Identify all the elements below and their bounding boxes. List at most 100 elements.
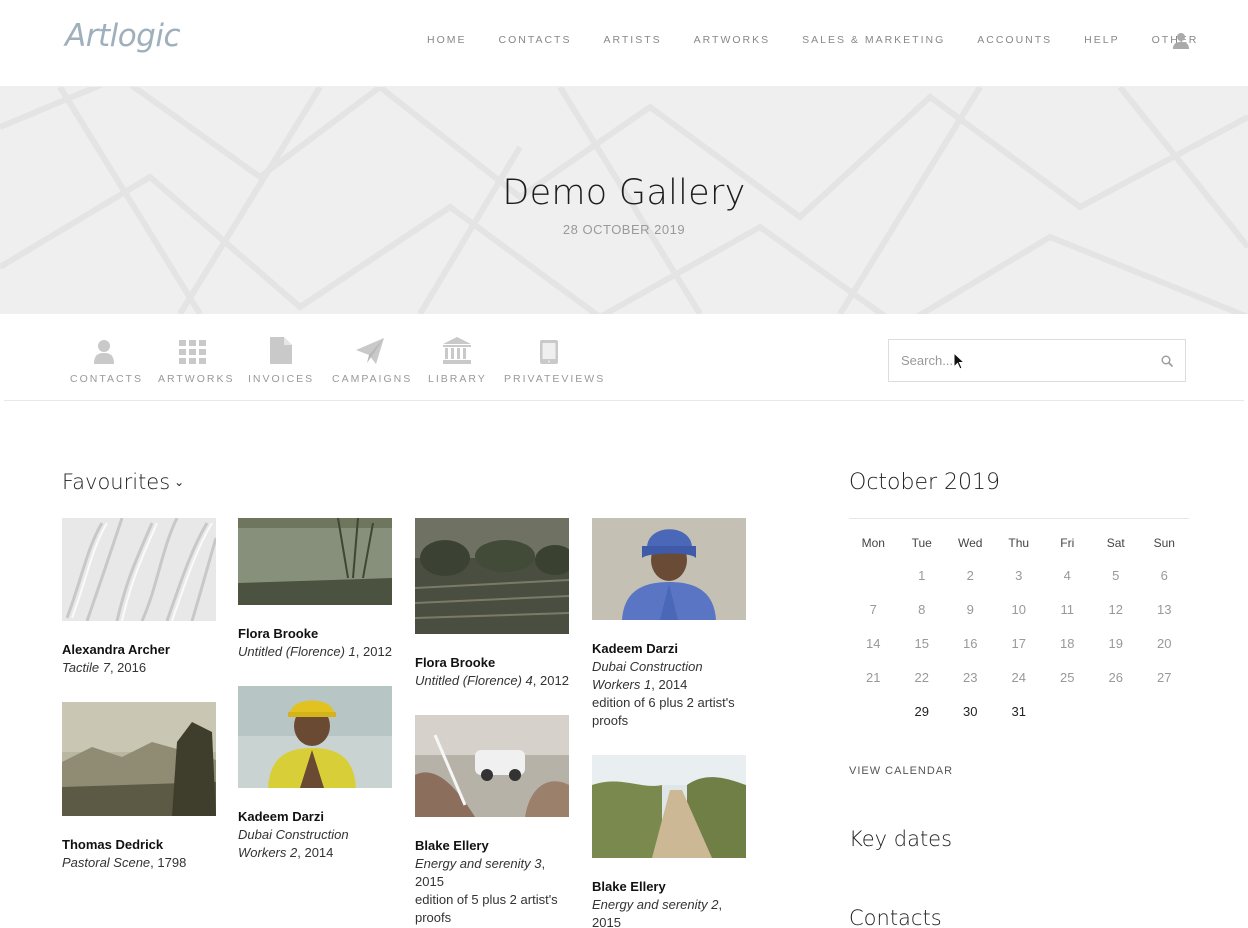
- calendar-day[interactable]: 11: [1043, 602, 1092, 617]
- tool-artworks[interactable]: ARTWORKS: [158, 336, 232, 385]
- artwork-thumbnail[interactable]: [238, 518, 392, 610]
- calendar-day[interactable]: 3: [995, 568, 1044, 583]
- nav-artworks[interactable]: ARTWORKS: [694, 34, 770, 46]
- calendar-day[interactable]: 21: [849, 670, 898, 685]
- artwork-thumbnail[interactable]: [415, 715, 569, 822]
- tool-library[interactable]: LIBRARY: [428, 336, 486, 385]
- tool-privateviews[interactable]: PRIVATEVIEWS: [504, 336, 603, 385]
- nav-home[interactable]: HOME: [427, 34, 467, 46]
- artwork-year: , 2012: [532, 673, 569, 688]
- artwork-thumbnail[interactable]: [415, 518, 569, 639]
- weekday-label: Tue: [911, 536, 932, 550]
- favourites-dropdown[interactable]: Favourites ⌄: [62, 470, 184, 494]
- artist-name: Blake Ellery: [592, 879, 666, 894]
- weekday-label: Fri: [1060, 536, 1075, 550]
- calendar-day[interactable]: 27: [1140, 670, 1189, 685]
- calendar-day[interactable]: 19: [1092, 636, 1141, 651]
- calendar-day[interactable]: 26: [1092, 670, 1141, 685]
- calendar-day[interactable]: 24: [995, 670, 1044, 685]
- calendar-day[interactable]: 13: [1140, 602, 1189, 617]
- calendar-day[interactable]: 6: [1140, 568, 1189, 583]
- key-dates-heading: Key dates: [849, 827, 953, 851]
- calendar-day[interactable]: 20: [1140, 636, 1189, 651]
- calendar-day[interactable]: 9: [946, 602, 995, 617]
- weekday-label: Wed: [958, 536, 983, 550]
- nav-artists[interactable]: ARTISTS: [603, 34, 661, 46]
- calendar-day[interactable]: 12: [1092, 602, 1141, 617]
- artist-name: Kadeem Darzi: [592, 641, 678, 656]
- calendar-day[interactable]: 2: [946, 568, 995, 583]
- calendar-day[interactable]: 31: [995, 704, 1044, 719]
- artist-name: Flora Brooke: [415, 655, 496, 670]
- document-icon: [270, 337, 292, 364]
- calendar-day[interactable]: 16: [946, 636, 995, 651]
- favourites-title: Favourites: [62, 470, 171, 494]
- artwork-title-line: Dubai Construction Workers 1, 2014: [592, 658, 746, 694]
- favourite-card[interactable]: Kadeem Darzi Dubai Construction Workers …: [238, 686, 392, 862]
- divider: [849, 518, 1189, 519]
- artwork-thumbnail[interactable]: [592, 755, 746, 863]
- artwork-year: , 2012: [355, 644, 392, 659]
- nav-contacts[interactable]: CONTACTS: [499, 34, 572, 46]
- calendar-day[interactable]: 30: [946, 704, 995, 719]
- artwork-title-line: Energy and serenity 2, 2015: [592, 896, 746, 928]
- calendar-day-today[interactable]: 28: [849, 694, 898, 731]
- search-icon[interactable]: [1161, 355, 1173, 367]
- tool-invoices[interactable]: INVOICES: [248, 336, 314, 385]
- search-input[interactable]: [889, 340, 1139, 381]
- artwork-thumbnail[interactable]: [62, 702, 216, 821]
- view-calendar-link[interactable]: VIEW CALENDAR: [849, 765, 953, 777]
- artwork-title: Tactile 7: [62, 660, 110, 675]
- paper-plane-icon: [356, 338, 384, 364]
- artwork-thumbnail[interactable]: [62, 518, 216, 626]
- edition-info: edition of 5 plus 2 artist's proofs: [415, 892, 558, 925]
- calendar-day[interactable]: 10: [995, 602, 1044, 617]
- tool-campaigns[interactable]: CAMPAIGNS: [332, 336, 410, 385]
- calendar-day[interactable]: 18: [1043, 636, 1092, 651]
- artwork-year: , 2016: [109, 660, 147, 675]
- artwork-title-line: Energy and serenity 3, 2015: [415, 855, 569, 891]
- artwork-title: Untitled (Florence) 4: [415, 673, 533, 688]
- artwork-thumbnail[interactable]: [238, 686, 392, 793]
- calendar-day[interactable]: 15: [898, 636, 947, 651]
- edition-info: edition of 6 plus 2 artist's proofs: [592, 695, 735, 728]
- favourite-card[interactable]: Blake Ellery Energy and serenity 3, 2015…: [415, 715, 569, 927]
- tool-contacts[interactable]: CONTACTS: [70, 336, 141, 385]
- nav-sales-marketing[interactable]: SALES & MARKETING: [802, 34, 945, 46]
- calendar-day[interactable]: 14: [849, 636, 898, 651]
- quick-tools-bar: CONTACTS ARTWORKS INVOICES CAMPAIGNS LIB…: [4, 314, 1244, 401]
- favourite-card[interactable]: Flora Brooke Untitled (Florence) 1, 2012: [238, 518, 392, 661]
- weekday-label: Thu: [1008, 536, 1030, 550]
- favourite-card[interactable]: Alexandra Archer Tactile 7, 2016: [62, 518, 216, 677]
- favourite-card[interactable]: Kadeem Darzi Dubai Construction Workers …: [592, 518, 746, 730]
- calendar-day[interactable]: 17: [995, 636, 1044, 651]
- artwork-year: , 2014: [297, 845, 334, 860]
- mouse-cursor-icon: [953, 352, 965, 370]
- calendar-day[interactable]: 29: [898, 704, 947, 719]
- calendar-day[interactable]: 25: [1043, 670, 1092, 685]
- artwork-thumbnail[interactable]: [592, 518, 746, 625]
- calendar-day[interactable]: 4: [1043, 568, 1092, 583]
- grid-icon: [178, 340, 206, 364]
- calendar-day[interactable]: 1: [898, 568, 947, 583]
- bank-icon: [443, 337, 471, 364]
- user-account-icon[interactable]: [1173, 32, 1189, 49]
- calendar-day[interactable]: 5: [1092, 568, 1141, 583]
- calendar-week: 28 29 30 31: [849, 694, 1189, 731]
- calendar-day[interactable]: 8: [898, 602, 947, 617]
- nav-help[interactable]: HELP: [1084, 34, 1119, 46]
- artlogic-logo[interactable]: Artlogic: [65, 18, 181, 54]
- favourite-card[interactable]: Blake Ellery Energy and serenity 2, 2015: [592, 755, 746, 928]
- artist-name: Thomas Dedrick: [62, 837, 164, 852]
- calendar-day[interactable]: 22: [898, 670, 947, 685]
- favourite-card[interactable]: Thomas Dedrick Pastoral Scene, 1798: [62, 702, 216, 872]
- favourite-card[interactable]: Flora Brooke Untitled (Florence) 4, 2012: [415, 518, 569, 690]
- calendar-day[interactable]: 7: [849, 602, 898, 617]
- artwork-title-line: Tactile 7, 2016: [62, 659, 216, 677]
- calendar-week: 21 22 23 24 25 26 27: [849, 660, 1189, 694]
- calendar-day[interactable]: 23: [946, 670, 995, 685]
- nav-accounts[interactable]: ACCOUNTS: [977, 34, 1052, 46]
- current-date: 28 OCTOBER 2019: [562, 222, 686, 237]
- search-box: [888, 339, 1186, 382]
- main-nav-links: HOME CONTACTS ARTISTS ARTWORKS SALES & M…: [427, 34, 1230, 46]
